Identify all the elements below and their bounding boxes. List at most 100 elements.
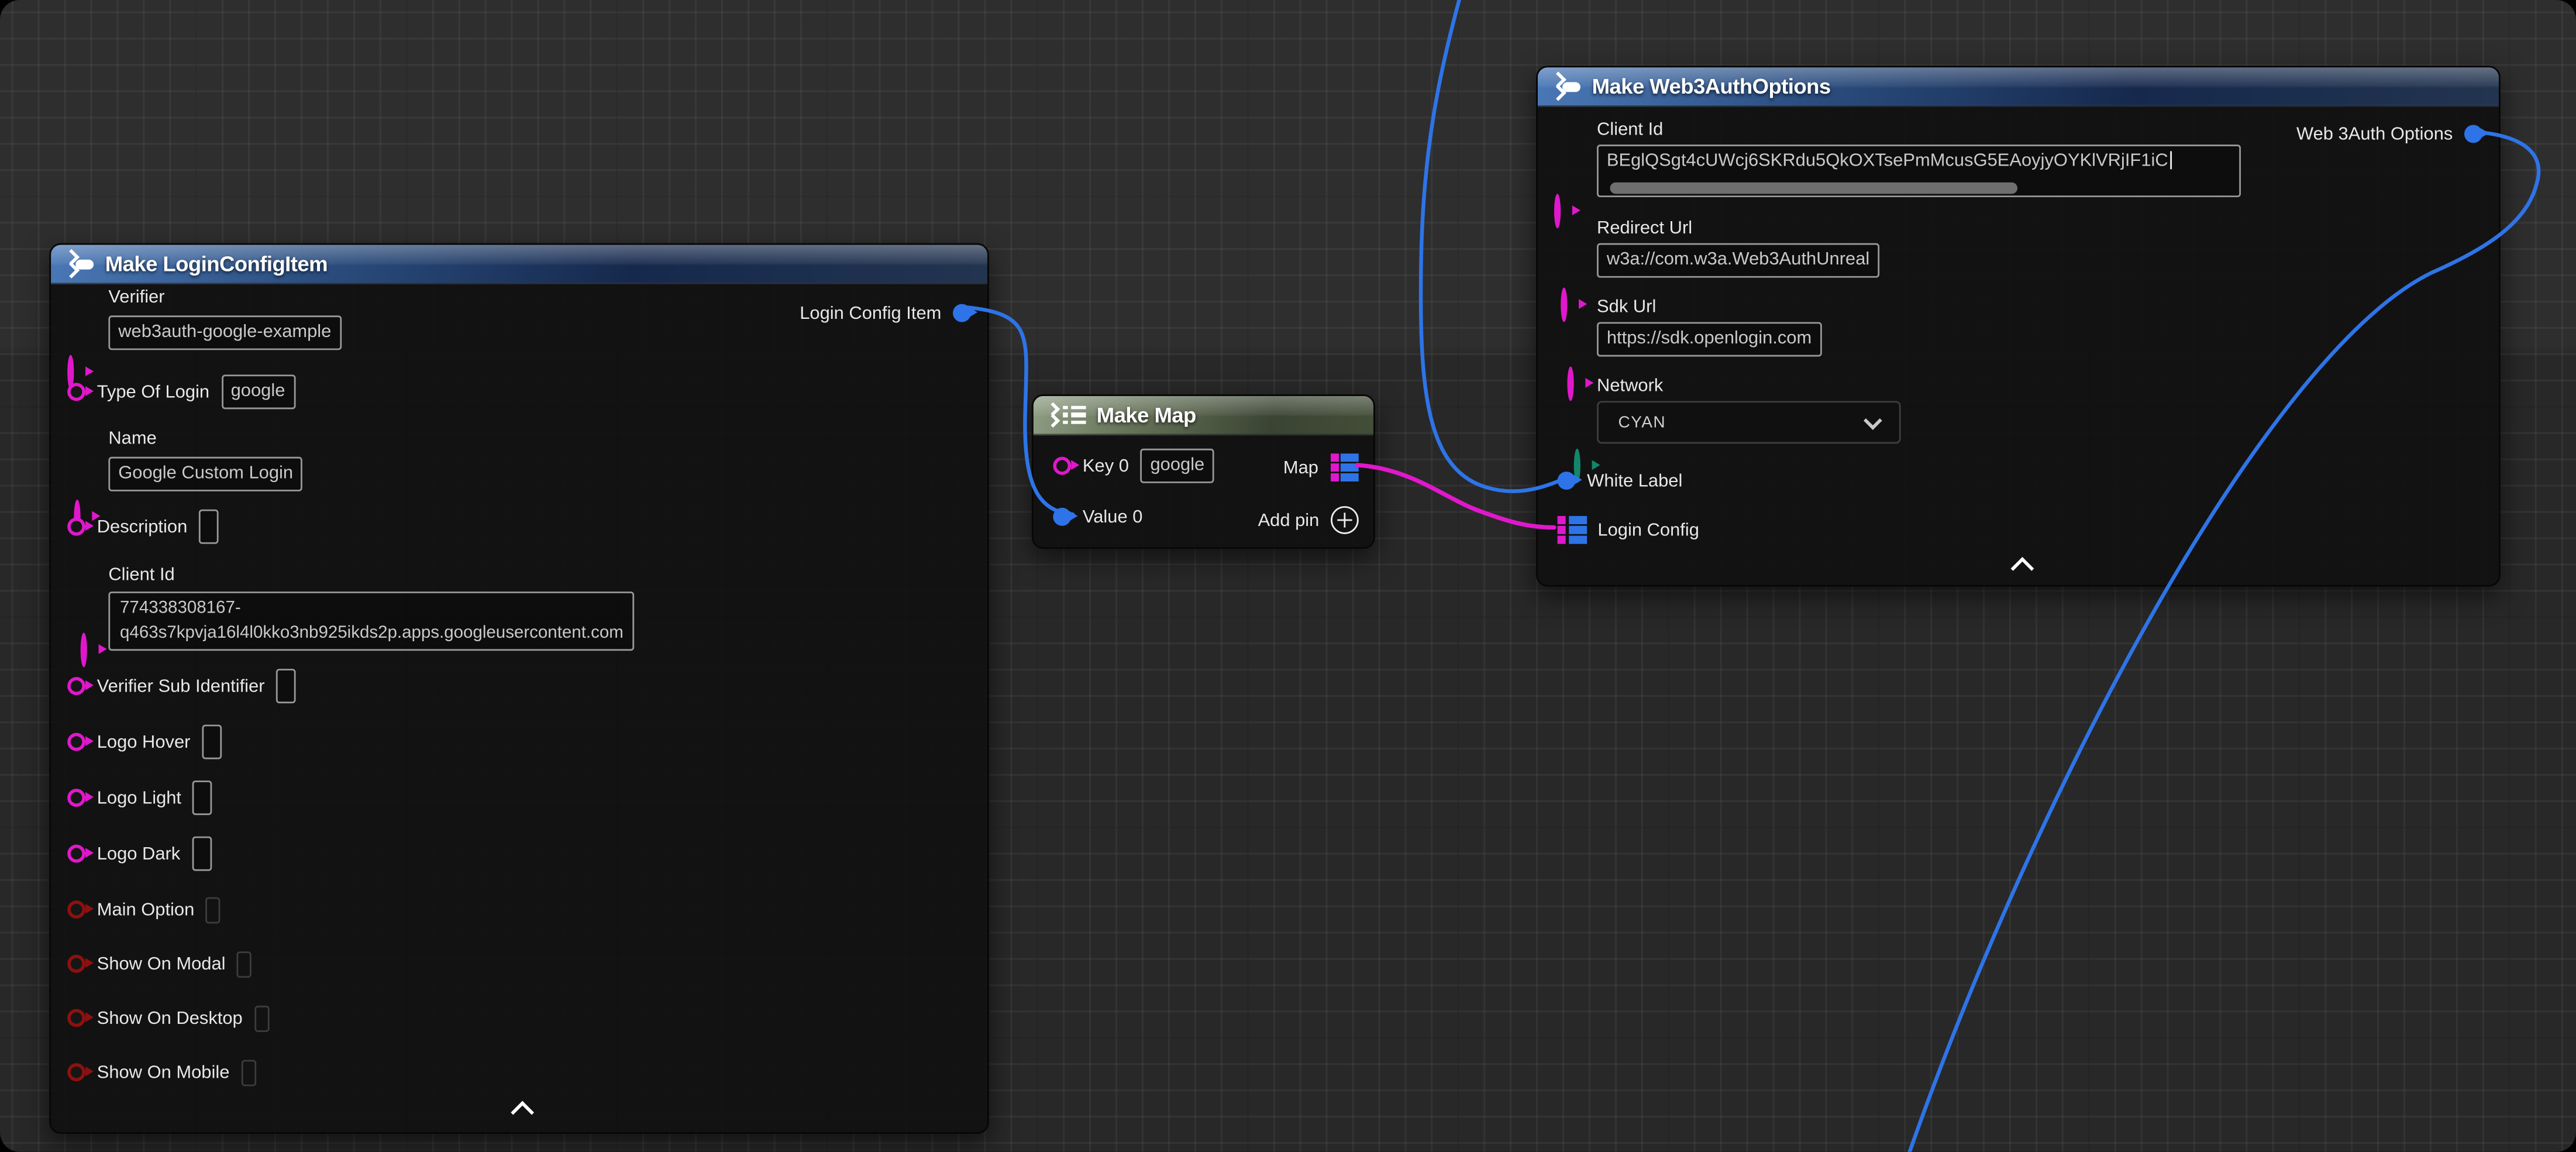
- node-title: Make LoginConfigItem: [105, 252, 328, 276]
- add-pin-row: Add pin: [1258, 503, 1359, 537]
- label-name: Name: [108, 429, 156, 449]
- node-make-map[interactable]: Make Map Key 0 google Value 0 Map Add pi…: [1032, 394, 1375, 549]
- node-header-make-web3authoptions[interactable]: Make Web3AuthOptions: [1538, 67, 2499, 106]
- output-label-map: Map: [1283, 458, 1318, 477]
- pin-show-on-modal[interactable]: [67, 955, 85, 973]
- add-pin-icon[interactable]: [1331, 506, 1359, 534]
- pin-web3auth-options-output[interactable]: [2464, 125, 2482, 143]
- label-show-on-modal: Show On Modal: [97, 954, 226, 974]
- network-dropdown[interactable]: CYAN: [1597, 401, 1901, 443]
- pin-client-id[interactable]: [1554, 194, 1561, 228]
- input-client-id[interactable]: 774338308167- q463s7kpvja16l4l0kko3nb925…: [108, 592, 635, 651]
- checkbox-show-on-desktop[interactable]: [254, 1005, 268, 1031]
- checkbox-show-on-modal[interactable]: [237, 951, 252, 977]
- pin-verifier-sub-identifier[interactable]: [67, 677, 85, 695]
- input-type-of-login[interactable]: google: [221, 374, 295, 409]
- make-map-icon: [1048, 403, 1085, 427]
- node-header-make-loginconfigitem[interactable]: Make LoginConfigItem: [51, 245, 987, 284]
- label-logo-hover: Logo Hover: [97, 732, 191, 752]
- input-name[interactable]: Google Custom Login: [108, 457, 303, 491]
- collapse-chevron-icon[interactable]: [2011, 557, 2034, 580]
- label-value0: Value 0: [1083, 507, 1143, 527]
- label-show-on-mobile: Show On Mobile: [97, 1062, 230, 1082]
- pin-row-white-label: White Label: [1558, 463, 1683, 498]
- input-sdk-url[interactable]: https://sdk.openlogin.com: [1597, 322, 1821, 356]
- pin-show-on-mobile[interactable]: [67, 1063, 85, 1081]
- input-verifier[interactable]: web3auth-google-example: [108, 315, 341, 350]
- wire-map-to-login-config[interactable]: [1357, 465, 1554, 528]
- label-show-on-desktop: Show On Desktop: [97, 1008, 243, 1028]
- checkbox-main-option[interactable]: [206, 896, 221, 923]
- pin-row-verifier-sub-identifier: Verifier Sub Identifier: [67, 669, 296, 703]
- node-make-loginconfigitem[interactable]: Make LoginConfigItem Login Config Item V…: [49, 243, 989, 1134]
- pin-redirect-url[interactable]: [1561, 288, 1567, 322]
- output-row-web3auth-options: Web 3Auth Options: [2296, 116, 2482, 151]
- label-type-of-login: Type Of Login: [97, 382, 209, 402]
- chevron-down-icon: [1864, 411, 1882, 429]
- text-caret: [2169, 151, 2171, 169]
- pin-main-option[interactable]: [67, 900, 85, 919]
- input-key0[interactable]: google: [1141, 449, 1215, 483]
- output-label: Web 3Auth Options: [2296, 124, 2453, 144]
- label-description: Description: [97, 517, 188, 537]
- output-row-map: Map: [1283, 451, 1359, 485]
- label-client-id: Client Id: [108, 565, 174, 585]
- input-verifier-sub-identifier[interactable]: [276, 669, 296, 703]
- label-white-label: White Label: [1587, 471, 1682, 491]
- pin-row-main-option: Main Option: [67, 892, 221, 927]
- pin-row-value0: Value 0: [1053, 500, 1142, 534]
- label-logo-light: Logo Light: [97, 788, 181, 808]
- add-pin-label: Add pin: [1258, 510, 1320, 530]
- pin-value0[interactable]: [1053, 508, 1071, 526]
- input-logo-hover[interactable]: [202, 725, 222, 759]
- label-verifier-sub-identifier: Verifier Sub Identifier: [97, 676, 265, 696]
- label-redirect-url: Redirect Url: [1597, 219, 1692, 239]
- make-struct-icon: [1552, 74, 1580, 98]
- label-network: Network: [1597, 376, 1663, 396]
- pin-key0[interactable]: [1053, 457, 1071, 475]
- input-logo-dark[interactable]: [192, 837, 212, 871]
- label-logo-dark: Logo Dark: [97, 844, 181, 864]
- pin-logo-hover[interactable]: [67, 733, 85, 751]
- pin-row-description: Description: [67, 510, 218, 544]
- input-logo-light[interactable]: [193, 780, 213, 815]
- blueprint-graph-canvas[interactable]: Make LoginConfigItem Login Config Item V…: [0, 0, 2576, 1152]
- pin-row-show-on-modal: Show On Modal: [67, 947, 252, 981]
- pin-row-key0: Key 0 google: [1053, 449, 1214, 483]
- collapse-chevron-icon[interactable]: [511, 1101, 534, 1125]
- node-make-web3authoptions[interactable]: Make Web3AuthOptions Web 3Auth Options C…: [1536, 66, 2501, 586]
- pin-row-login-config: Login Config: [1558, 513, 1699, 547]
- pin-row-show-on-mobile: Show On Mobile: [67, 1055, 256, 1089]
- label-main-option: Main Option: [97, 900, 195, 920]
- output-row-login-config-item: Login Config Item: [800, 296, 971, 331]
- pin-sdk-url[interactable]: [1567, 366, 1573, 401]
- pin-type-of-login[interactable]: [67, 383, 85, 401]
- label-login-config: Login Config: [1597, 520, 1699, 540]
- input-redirect-url[interactable]: w3a://com.w3a.Web3AuthUnreal: [1597, 243, 1879, 278]
- input-description[interactable]: [199, 510, 219, 544]
- pin-row-type-of-login: Type Of Login google: [67, 374, 295, 409]
- pin-logo-light[interactable]: [67, 789, 85, 807]
- pin-white-label[interactable]: [1558, 472, 1576, 490]
- pin-map-output[interactable]: [1330, 454, 1359, 481]
- input-client-id[interactable]: BEglQSgt4cUWcj6SKRdu5QkOXTsePmMcusG5EAoy…: [1597, 145, 2241, 197]
- make-struct-icon: [66, 252, 94, 276]
- checkbox-show-on-mobile[interactable]: [241, 1059, 256, 1085]
- pin-row-logo-dark: Logo Dark: [67, 837, 212, 871]
- label-verifier: Verifier: [108, 288, 164, 308]
- pin-login-config-item-output[interactable]: [953, 304, 971, 322]
- pin-description[interactable]: [67, 518, 85, 536]
- pin-show-on-desktop[interactable]: [67, 1009, 85, 1027]
- pin-logo-dark[interactable]: [67, 845, 85, 863]
- pin-client-id[interactable]: [81, 632, 87, 667]
- blueprint-graph-viewport: Make LoginConfigItem Login Config Item V…: [0, 0, 2576, 1152]
- pin-login-config[interactable]: [1558, 517, 1586, 544]
- node-title: Make Map: [1097, 403, 1196, 427]
- node-header-make-map[interactable]: Make Map: [1034, 396, 1373, 435]
- label-key0: Key 0: [1083, 456, 1129, 476]
- hscrollbar-client-id[interactable]: [1610, 183, 2017, 194]
- output-label: Login Config Item: [800, 303, 941, 323]
- pin-row-logo-hover: Logo Hover: [67, 725, 222, 759]
- label-client-id: Client Id: [1597, 120, 1663, 140]
- pin-row-show-on-desktop: Show On Desktop: [67, 1000, 269, 1035]
